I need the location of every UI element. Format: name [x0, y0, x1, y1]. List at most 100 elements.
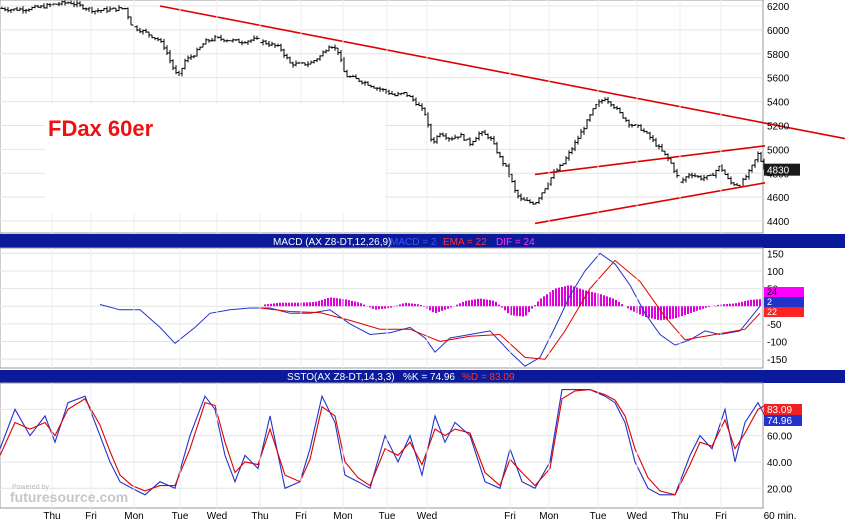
macd-hist-bar [552, 290, 554, 306]
macd-hist-bar [498, 305, 500, 307]
macd-hist-bar [399, 304, 401, 306]
macd-hist-bar [318, 301, 320, 306]
macd-hist-bar [309, 302, 311, 306]
macd-hist-bar [537, 302, 539, 307]
macd-hist-bar [546, 294, 548, 306]
macd-hist-bar [630, 306, 632, 310]
macd-hist-bar [723, 304, 725, 306]
x-tick: Fri [295, 511, 307, 522]
chart-annotation: FDax 60er [48, 116, 153, 142]
watermark-brand: futuresource.com [10, 489, 128, 505]
macd-hist-bar [330, 298, 332, 307]
macd-hist-bar [504, 306, 506, 310]
macd-hist-bar [396, 306, 398, 307]
macd-hist-bar [540, 298, 542, 306]
stoch-ytick: 20.00 [767, 484, 792, 495]
macd-hist-bar [315, 302, 317, 307]
macd-hist-bar [471, 300, 473, 306]
macd-hist-bar [276, 303, 278, 306]
price-ytick: 5200 [767, 121, 790, 132]
macd-hist-bar [408, 303, 410, 306]
macd-hist-bar [609, 297, 611, 306]
macd-hist-bar [684, 306, 686, 315]
macd-hist-bar [465, 301, 467, 306]
macd-hist-bar [681, 306, 683, 316]
macd-hist-bar [747, 300, 749, 306]
macd-hist-bar [687, 306, 689, 314]
macd-hist-bar [381, 306, 383, 309]
macd-hist-bar [333, 298, 335, 306]
macd-hist-bar [390, 306, 392, 307]
macd-title: MACD (AX Z8-DT,12,26,9) [273, 237, 391, 248]
macd-hist-bar [522, 306, 524, 316]
macd-hist-bar [303, 303, 305, 307]
macd-hist-bar [558, 288, 560, 307]
stoch-title: SSTO(AX Z8-DT,14,3,3) [287, 372, 395, 383]
macd-hist-bar [621, 304, 623, 306]
macd-hist-bar [582, 290, 584, 307]
macd-hist-bar [654, 306, 656, 319]
macd-hist-bar [744, 301, 746, 306]
macd-hist-bar [753, 300, 755, 307]
price-ytick: 5000 [767, 145, 790, 156]
macd-hist-bar [702, 306, 704, 308]
macd-hist-bar [288, 303, 290, 307]
macd-hist-bar [507, 306, 509, 313]
macd-hist-bar [285, 303, 287, 307]
macd-ytick: 150 [767, 249, 784, 260]
macd-hist-bar [663, 306, 665, 320]
macd-panel: 150100500-50-100-150 24 2 22 [0, 248, 804, 368]
price-ytick: 5800 [767, 50, 790, 61]
macd-hist-bar [321, 300, 323, 306]
macd-hist-bar [297, 303, 299, 307]
macd-hist-bar [369, 306, 371, 307]
macd-hist-bar [759, 299, 761, 306]
macd-hist-bar [462, 302, 464, 306]
macd-hist-bar [513, 306, 515, 315]
macd-hist-bar [459, 303, 461, 306]
macd-hist-bar [354, 302, 356, 307]
macd-hist-bar [534, 305, 536, 306]
x-tick: 60 min. [764, 511, 797, 522]
macd-hist-bar [693, 306, 695, 312]
macd-hist-bar [531, 306, 533, 308]
macd-hist-bar [279, 303, 281, 307]
x-tick: Fri [85, 511, 97, 522]
macd-hist-bar [639, 306, 641, 314]
macd-hist-bar [267, 304, 269, 306]
macd-hist-bar [414, 304, 416, 306]
macd-hist-bar [690, 306, 692, 313]
macd-ytick: -100 [767, 338, 787, 349]
x-tick: Wed [417, 511, 437, 522]
macd-hist-bar [447, 306, 449, 308]
macd-hist-bar [312, 302, 314, 306]
macd-hist-bar [345, 299, 347, 306]
macd-hist-bar [516, 306, 518, 316]
macd-right-macd: 2 [767, 297, 772, 307]
macd-hist-bar [699, 306, 701, 310]
macd-hist-bar [483, 299, 485, 306]
macd-hist-bar [726, 304, 728, 306]
stoch-ytick: 40.00 [767, 458, 792, 469]
macd-hist-bar [708, 306, 710, 307]
stoch-right-d: 83.09 [767, 405, 792, 416]
macd-legend-ema: EMA = 22 [443, 237, 487, 248]
macd-hist-bar [591, 292, 593, 306]
macd-hist-bar [696, 306, 698, 311]
macd-hist-bar [441, 306, 443, 311]
macd-hist-bar [603, 295, 605, 306]
macd-hist-bar [672, 306, 674, 319]
price-ytick: 5600 [767, 74, 790, 85]
macd-hist-bar [423, 306, 425, 307]
price-ytick: 6200 [767, 2, 790, 13]
macd-hist-bar [594, 293, 596, 307]
macd-hist-bar [606, 296, 608, 306]
macd-hist-bar [588, 291, 590, 306]
macd-hist-bar [486, 300, 488, 307]
macd-hist-bar [402, 303, 404, 306]
x-tick: Fri [504, 511, 516, 522]
macd-hist-bar [735, 303, 737, 306]
macd-hist-bar [363, 305, 365, 307]
x-tick: Thu [251, 511, 268, 522]
macd-hist-bar [474, 299, 476, 306]
